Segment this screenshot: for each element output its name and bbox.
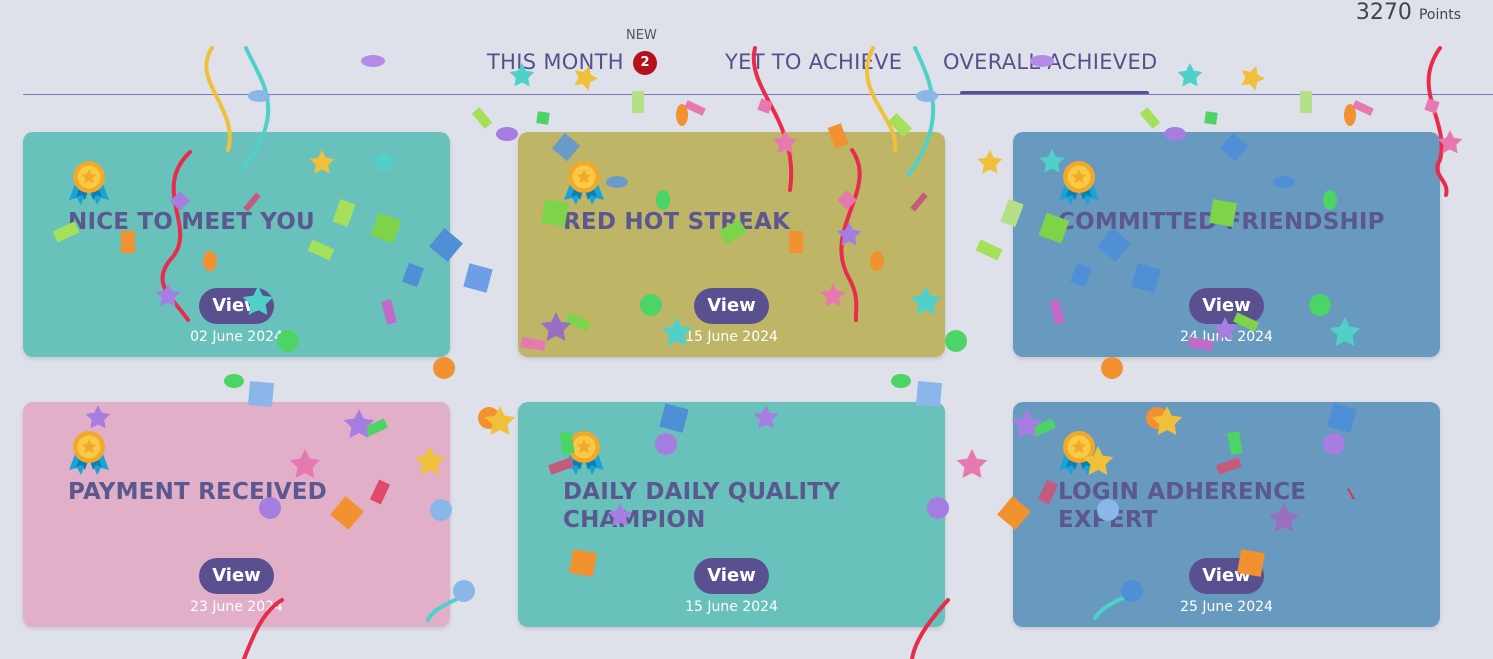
achievement-title: LOGIN ADHERENCE EXPERT: [1058, 479, 1307, 533]
medal-icon: [1057, 160, 1101, 206]
view-button[interactable]: View: [694, 288, 769, 324]
medal-icon: [67, 430, 111, 476]
achievement-card: COMMITTED FRIENDSHIP View 24 June 2024: [1013, 132, 1440, 357]
medal-icon: [67, 160, 111, 206]
achievement-card: LOGIN ADHERENCE EXPERT View 25 June 2024: [1013, 402, 1440, 627]
achievement-title: COMMITTED FRIENDSHIP: [1058, 209, 1385, 235]
points-label: Points: [1418, 7, 1461, 23]
achievement-title: PAYMENT RECEIVED: [68, 479, 327, 505]
tab-label: OVERALL ACHIEVED: [943, 50, 1158, 74]
achievement-date: 15 June 2024: [685, 599, 778, 615]
tab-label: YET TO ACHIEVE: [725, 50, 903, 74]
achievement-card: DAILY DAILY QUALITY CHAMPION View 15 Jun…: [518, 402, 945, 627]
medal-icon: [562, 430, 606, 476]
new-label: NEW: [626, 28, 657, 43]
achievement-title: NICE TO MEET YOU: [68, 209, 315, 235]
view-button[interactable]: View: [1189, 558, 1264, 594]
new-count-badge: 2: [633, 51, 657, 75]
medal-icon: [1057, 430, 1101, 476]
tab-this-month[interactable]: THIS MONTH: [487, 50, 624, 74]
tab-overall-achieved[interactable]: OVERALL ACHIEVED: [943, 50, 1158, 95]
achievement-date: 23 June 2024: [190, 599, 283, 615]
tab-label: THIS MONTH: [487, 50, 624, 74]
achievement-date: 24 June 2024: [1180, 329, 1273, 345]
view-button[interactable]: View: [199, 288, 274, 324]
tab-yet-to-achieve[interactable]: YET TO ACHIEVE: [725, 50, 902, 74]
points-display: 3270 Points: [1356, 0, 1461, 25]
tab-bar: NEW THIS MONTH 2 YET TO ACHIEVE OVERALL …: [0, 28, 1493, 96]
achievement-title: DAILY DAILY QUALITY CHAMPION: [563, 479, 841, 533]
achievement-title: RED HOT STREAK: [563, 209, 791, 235]
achievement-date: 02 June 2024: [190, 329, 283, 345]
view-button[interactable]: View: [199, 558, 274, 594]
achievement-card: NICE TO MEET YOU View 02 June 2024: [23, 132, 450, 357]
achievement-card: PAYMENT RECEIVED View 23 June 2024: [23, 402, 450, 627]
achievement-card: RED HOT STREAK View 15 June 2024: [518, 132, 945, 357]
points-value: 3270: [1355, 0, 1412, 25]
achievement-date: 15 June 2024: [685, 329, 778, 345]
medal-icon: [562, 160, 606, 206]
view-button[interactable]: View: [694, 558, 769, 594]
view-button[interactable]: View: [1189, 288, 1264, 324]
tab-divider: [23, 94, 1493, 95]
achievement-date: 25 June 2024: [1180, 599, 1273, 615]
